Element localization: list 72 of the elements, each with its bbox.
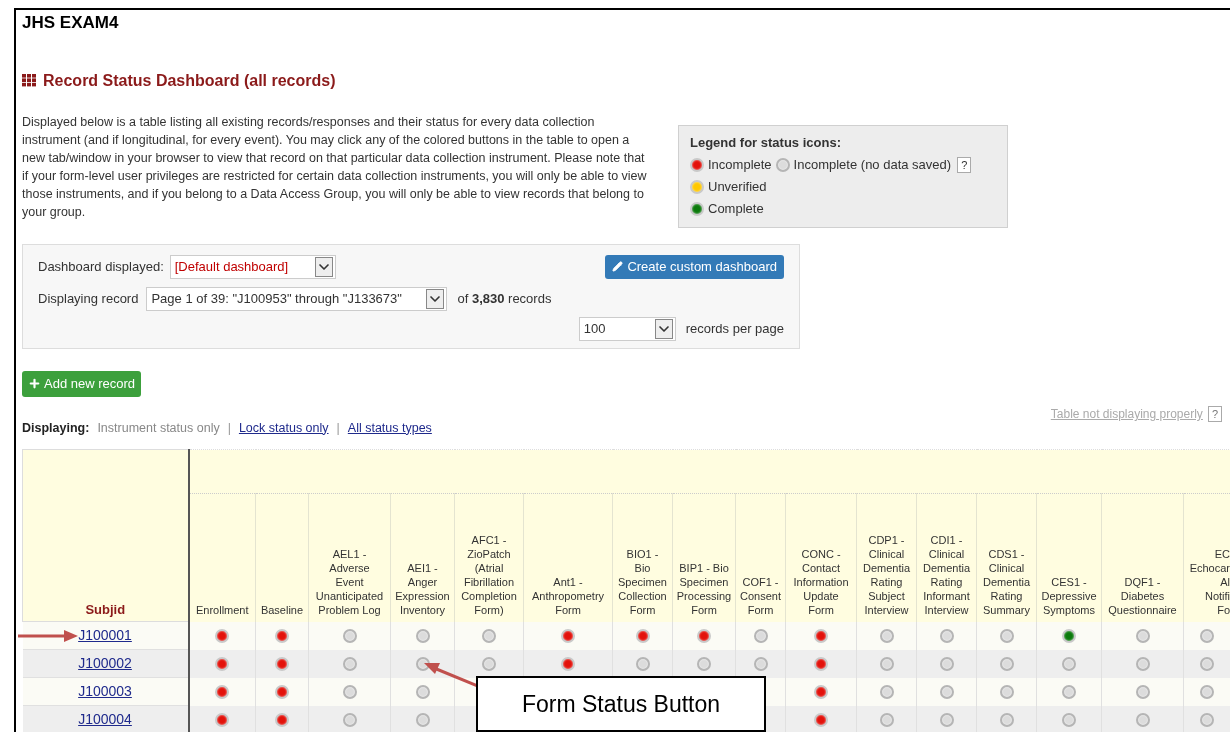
plus-icon [28, 377, 41, 390]
separator: | [336, 419, 340, 437]
status-button[interactable] [275, 629, 289, 644]
status-mode-link[interactable]: All status types [347, 418, 432, 438]
column-header: CDI1 - Clinical Dementia Rating Informant Interview [916, 493, 977, 622]
create-dashboard-button[interactable]: Create custom dashboard [605, 254, 784, 279]
help-button[interactable]: ? [1207, 406, 1222, 423]
status-button[interactable] [814, 629, 828, 644]
status-button[interactable] [697, 629, 711, 644]
column-header: Baseline [255, 493, 309, 622]
record-label: Displaying record [38, 289, 139, 308]
status-button[interactable] [275, 713, 289, 728]
per-page-select[interactable]: 100 [578, 316, 676, 341]
column-header: Enrollment [188, 493, 256, 622]
column-header: CDS1 - Clinical Dementia Rating Summary [976, 493, 1037, 622]
displaying-label: Displaying: [22, 419, 90, 437]
column-header: DQF1 - Diabetes Questionnaire [1101, 493, 1184, 622]
status-button[interactable] [814, 657, 828, 672]
description-text: Displayed below is a table listing all existing records/responses and their status for every data collection instrument (and if longitudinal, for every event). You may click any of the colored buttons in the table to open a new tab/window in your browser to view that record on that particular data collection instrument. Please note that if your form-level user privileges are restricted for certain data collection instruments, you will only be able to view those instruments, and if you belong to a Data Access Group, you will only be able to view records that belong to your group. [22, 113, 648, 221]
status-button[interactable] [814, 713, 828, 728]
column-header: CDP1 - Clinical Dementia Rating Subject Interview [856, 493, 917, 622]
record-link[interactable]: J100004 [78, 711, 132, 728]
legend-label: Unverified [708, 178, 767, 197]
page-heading: Record Status Dashboard (all records) [43, 70, 336, 91]
status-button[interactable] [561, 657, 575, 672]
chevron-icon [654, 318, 673, 339]
status-button[interactable] [275, 657, 289, 672]
legend-label: Incomplete [708, 156, 772, 175]
grid-icon [22, 74, 37, 87]
help-button[interactable]: ? [957, 157, 972, 173]
column-header: AEL1 - Adverse Event Unanticipated Problem Log [308, 493, 391, 622]
status-button[interactable] [1062, 629, 1076, 644]
column-header: CES1 - Depressive Symptoms [1036, 493, 1102, 622]
record-link[interactable]: J100002 [78, 655, 132, 672]
record-link[interactable]: J100001 [78, 627, 132, 644]
column-header: EC Echocar Al Notifi Fo [1183, 493, 1230, 622]
status-button[interactable] [415, 657, 430, 672]
legend-label: Incomplete (no data saved) [793, 156, 952, 175]
status-button[interactable] [215, 629, 230, 644]
per-page-label: records per page [685, 319, 784, 338]
dashboard-select[interactable]: [Default dashboard] [169, 254, 336, 279]
pencil-icon [612, 261, 624, 272]
status-button[interactable] [814, 685, 828, 700]
record-link[interactable]: J100003 [78, 683, 132, 700]
status-button[interactable] [635, 629, 650, 644]
record-count: of 3,830 records [457, 289, 552, 308]
dashboard-label: Dashboard displayed: [38, 257, 164, 276]
status-mode-link[interactable]: Lock status only [238, 418, 329, 438]
column-header: CONC - Contact Information Update Form [785, 493, 857, 622]
column-header: AEI1 - Anger Expression Inventory [390, 493, 455, 622]
project-title: JHS EXAM4 [22, 12, 120, 34]
status-button[interactable] [275, 685, 289, 700]
column-header: AFC1 - ZioPatch (Atrial Fibrillation Completion Form) [454, 493, 524, 622]
annotation-arrow [18, 629, 80, 643]
separator: | [227, 419, 231, 437]
column-header: BIP1 - Bio Specimen Processing Form [672, 493, 736, 622]
annotation-callout: Form Status Button [476, 676, 766, 732]
column-header: Ant1 - Anthropometry Form [523, 493, 613, 622]
status-button[interactable] [215, 685, 230, 700]
subjid-header: Subjid [22, 449, 189, 622]
status-button[interactable] [215, 713, 230, 728]
legend-label: Complete [708, 200, 764, 219]
status-button[interactable] [215, 657, 230, 672]
legend-title: Legend for status icons: [690, 133, 842, 152]
annotation-arrow [424, 662, 478, 690]
column-header: COF1 - Consent Form [735, 493, 786, 622]
status-button[interactable] [561, 629, 575, 644]
record-select[interactable]: Page 1 of 39: "J100953" through "J133673" [146, 286, 448, 311]
column-header: BIO1 - Bio Specimen Collection Form [612, 493, 673, 622]
chevron-icon [314, 256, 333, 277]
chevron-icon [426, 288, 445, 309]
status-mode-link[interactable]: Instrument status only [97, 418, 220, 438]
